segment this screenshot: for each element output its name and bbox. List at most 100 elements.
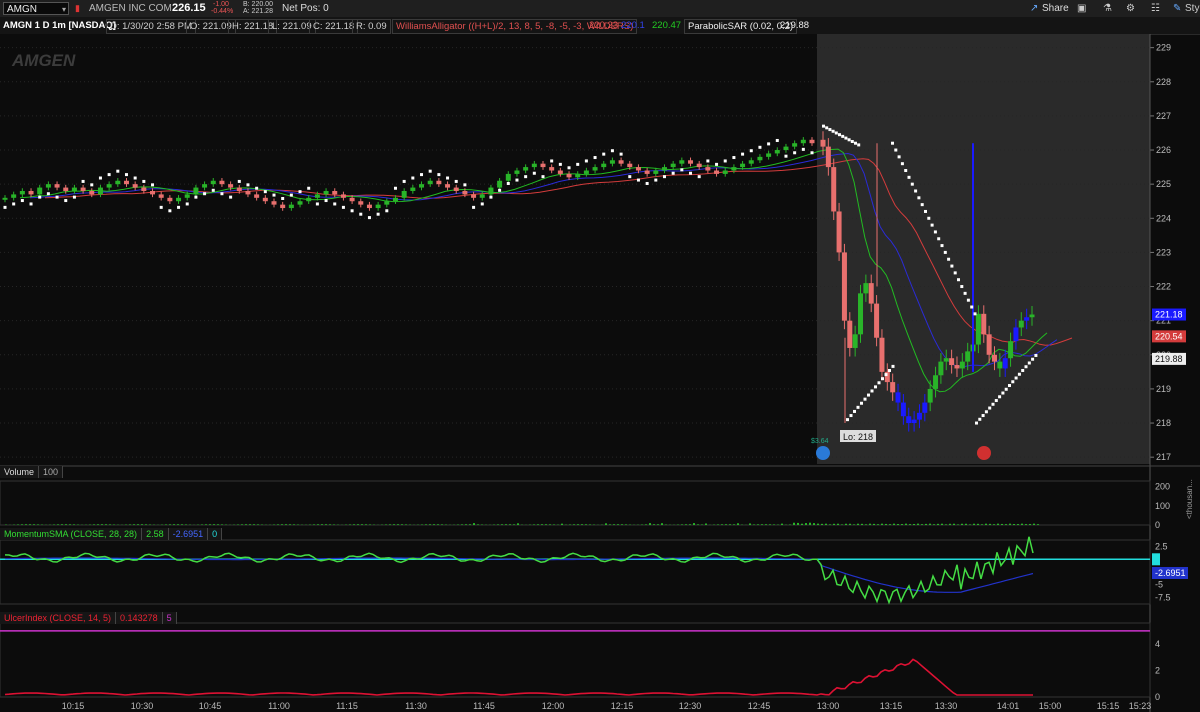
sar-dot [211, 188, 215, 192]
ulcer-title[interactable]: UlcerIndex (CLOSE, 14, 5) [0, 612, 117, 624]
volume-bar [505, 524, 507, 525]
window-icon[interactable]: ▣ [1077, 2, 1086, 15]
volume-bar [537, 524, 539, 525]
candle-body [1029, 314, 1035, 318]
price-chart[interactable]: AMGEN 2172182192202212222232242252262272… [0, 34, 1200, 712]
share-button[interactable]: Share [1042, 2, 1069, 15]
volume-bar [993, 524, 995, 525]
sar-dot [237, 179, 241, 183]
candle-body [965, 351, 971, 362]
candle-body [635, 167, 641, 171]
candle-body [45, 184, 51, 188]
earnings-icon[interactable] [816, 446, 830, 460]
last-price: 226.15 [172, 2, 206, 14]
gear-icon[interactable]: ⚙ [1126, 2, 1135, 15]
candle-body [97, 187, 103, 195]
sar-dot [628, 175, 632, 179]
volume-bar [905, 523, 907, 525]
volume-bar [209, 524, 211, 525]
volume-bar [53, 524, 55, 525]
volume-bar [325, 524, 327, 525]
sar-dot [194, 195, 198, 199]
price-tick-label: 217 [1156, 452, 1171, 462]
volume-bar [545, 524, 547, 525]
momentum-sma-marker-label: -2.6951 [1155, 568, 1186, 578]
volume-bar [909, 524, 911, 525]
candle-body [911, 419, 917, 424]
candle-body [705, 167, 711, 171]
sar-dot [506, 181, 510, 185]
price-change-pct: -0.44% [211, 8, 234, 15]
price-tick-label: 223 [1156, 247, 1171, 257]
price-marker-label: 220.54 [1155, 331, 1183, 341]
candle-body [28, 190, 34, 195]
chevron-down-icon[interactable]: ▾ [62, 3, 66, 16]
volume-bar [349, 524, 351, 525]
volume-bar [897, 524, 899, 525]
time-tick-label: 11:15 [336, 701, 358, 711]
time-tick-label: 10:15 [62, 701, 85, 711]
volume-bar [73, 524, 75, 525]
sar-dot [12, 202, 16, 206]
volume-bar [389, 524, 391, 525]
volume-unit: <thousan... [1185, 479, 1194, 519]
volume-bar [829, 524, 831, 525]
volume-bar [281, 524, 283, 525]
ulcer-tick-label: 2 [1155, 666, 1160, 676]
volume-bar [237, 524, 239, 525]
sar-dot [489, 195, 493, 199]
sar-dot [810, 151, 814, 155]
time-tick-label: 12:30 [679, 701, 702, 711]
sar-dot [446, 176, 450, 180]
sar-dot [940, 244, 944, 248]
candle-body [644, 170, 650, 174]
conference-call-icon[interactable] [977, 446, 991, 460]
volume-tick-label: 0 [1155, 520, 1160, 530]
volume-bar [433, 524, 435, 525]
volume-bar [221, 524, 223, 525]
volume-bar [965, 523, 967, 525]
volume-bar [1001, 523, 1003, 525]
volume-title[interactable]: Volume [0, 466, 40, 478]
volume-bar [825, 523, 827, 525]
candle-body [938, 361, 944, 376]
sar-dot [784, 154, 788, 158]
candle-body [210, 180, 216, 185]
pencil-icon[interactable]: ✎ [1173, 2, 1181, 15]
sar-dot [420, 173, 424, 177]
sar-dot [133, 176, 137, 180]
sar-dot [973, 312, 977, 316]
symbol-input[interactable]: AMGN ▾ [3, 2, 69, 15]
time-tick-label: 10:30 [131, 701, 154, 711]
drawing-icon[interactable]: ☷ [1151, 2, 1160, 15]
style-menu[interactable]: Styl [1185, 2, 1200, 15]
candle-body [879, 337, 885, 372]
volume-bar [985, 523, 987, 525]
candle-body [323, 190, 329, 195]
sar-dot [1034, 353, 1038, 357]
price-tick-label: 228 [1156, 77, 1171, 87]
candle-body [63, 187, 69, 191]
momentum-title[interactable]: MomentumSMA (CLOSE, 28, 28) [0, 528, 143, 540]
volume-bar [837, 523, 839, 525]
candle-body [906, 416, 912, 424]
sar-dot [98, 176, 102, 180]
share-icon[interactable]: ↗ [1030, 2, 1038, 15]
candle-body [696, 163, 702, 168]
sar-dot [857, 143, 861, 147]
sar-dot [870, 389, 874, 393]
sar-dot [988, 406, 992, 410]
volume-bar [317, 524, 319, 525]
studies-icon[interactable]: ⚗ [1103, 2, 1112, 15]
volume-bar [941, 523, 943, 525]
candle-body [949, 358, 955, 366]
volume-bar [1013, 524, 1015, 525]
volume-bar [865, 524, 867, 525]
volume-bar [949, 523, 951, 525]
candle-body [54, 184, 60, 188]
session-highlight [817, 34, 1150, 464]
volume-bar [185, 524, 187, 525]
volume-bar [213, 524, 215, 525]
alert-icon[interactable]: ▮ [75, 2, 80, 15]
candle-body [783, 146, 789, 151]
